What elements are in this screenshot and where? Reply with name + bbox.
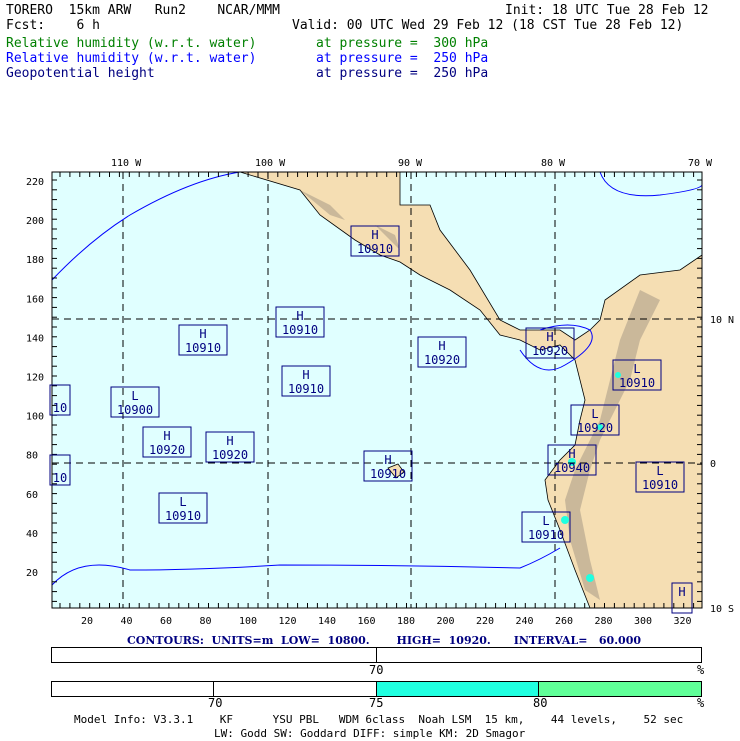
legend1-label-70: 70 xyxy=(369,663,384,677)
field-1-level: at pressure = 300 hPa xyxy=(316,36,489,51)
field-2-name: Relative humidity (w.r.t. water) xyxy=(6,51,257,66)
center-type: H xyxy=(226,434,233,448)
y-tick-label: 220 xyxy=(26,177,44,188)
center-value: 10 xyxy=(53,471,67,485)
x-tick-label: 280 xyxy=(595,616,613,627)
y-tick-label: 100 xyxy=(26,412,44,423)
field-2-level: at pressure = 250 hPa xyxy=(316,51,489,66)
legend2-label-75: 75 xyxy=(369,696,384,710)
x-tick-label: 60 xyxy=(160,616,172,627)
x-tick-label: 20 xyxy=(81,616,93,627)
y-tick-label: 20 xyxy=(26,568,38,579)
x-tick-label: 220 xyxy=(476,616,494,627)
center-type: H xyxy=(163,429,170,443)
x-tick-label: 120 xyxy=(279,616,297,627)
lon-label: 90 W xyxy=(398,158,423,169)
legend-segment xyxy=(52,682,215,696)
weather-map: 110 W 100 W 90 W 80 W 70 W 10 N 0 10 S 220 200 180… xyxy=(26,158,734,627)
x-tick-label: 140 xyxy=(318,616,336,627)
center-type: L xyxy=(656,464,663,478)
center-value: 10910 xyxy=(165,509,201,523)
center-value: 10920 xyxy=(149,443,185,457)
legend2-label-percent: % xyxy=(697,696,705,710)
x-tick-label: 260 xyxy=(555,616,573,627)
forecast-hour: Fcst: 6 h xyxy=(6,18,100,33)
y-tick-label: 80 xyxy=(26,451,38,462)
y-tick-label: 160 xyxy=(26,294,44,305)
x-tick-label: 160 xyxy=(358,616,376,627)
center-value: 10910 xyxy=(619,376,655,390)
x-tick-label: 300 xyxy=(634,616,652,627)
y-tick-label: 40 xyxy=(26,529,38,540)
center-value: 10910 xyxy=(185,341,221,355)
init-time: Init: 18 UTC Tue 28 Feb 12 xyxy=(505,3,709,18)
legend-segment-80-plus xyxy=(538,682,701,696)
field-3-level: at pressure = 250 hPa xyxy=(316,66,489,81)
center-value: 10920 xyxy=(532,344,568,358)
center-type: L xyxy=(633,362,640,376)
center-type: H xyxy=(199,327,206,341)
center-value: 10910 xyxy=(528,528,564,542)
center-value: 10910 xyxy=(282,323,318,337)
center-type: H xyxy=(546,330,553,344)
center-type: H xyxy=(371,228,378,242)
contour-info: CONTOURS: UNITS=m LOW= 10800. HIGH= 1092… xyxy=(127,634,641,647)
center-value: 10920 xyxy=(577,421,613,435)
center-value: 10910 xyxy=(357,242,393,256)
legend-segment xyxy=(214,682,377,696)
lon-label: 100 W xyxy=(255,158,286,169)
lat-label: 0 xyxy=(710,459,716,470)
center-type: L xyxy=(591,407,598,421)
x-tick-label: 320 xyxy=(674,616,692,627)
y-tick-label: 120 xyxy=(26,373,44,384)
y-tick-label: 200 xyxy=(26,216,44,227)
x-tick-label: 40 xyxy=(121,616,133,627)
lon-label: 70 W xyxy=(688,158,713,169)
center-value: 10920 xyxy=(212,448,248,462)
lat-label: 10 S xyxy=(710,604,734,615)
center-type: H xyxy=(384,453,391,467)
center-value: 10910 xyxy=(288,382,324,396)
legend-segment-75-80 xyxy=(376,682,539,696)
lon-label: 80 W xyxy=(541,158,566,169)
center-type: H xyxy=(678,585,685,599)
legend2-label-80: 80 xyxy=(533,696,548,710)
center-type: H xyxy=(438,339,445,353)
center-type: H xyxy=(568,447,575,461)
center-type: H xyxy=(302,368,309,382)
center-type: L xyxy=(179,495,186,509)
y-tick-label: 140 xyxy=(26,333,44,344)
x-tick-label: 180 xyxy=(397,616,415,627)
model-title: TORERO 15km ARW Run2 NCAR/MMM xyxy=(6,3,280,18)
center-value: 10910 xyxy=(370,467,406,481)
x-tick-label: 200 xyxy=(437,616,455,627)
y-tick-label: 180 xyxy=(26,255,44,266)
x-tick-label: 80 xyxy=(200,616,212,627)
lat-label: 10 N xyxy=(710,315,734,326)
y-tick-label: 60 xyxy=(26,490,38,501)
lon-label: 110 W xyxy=(111,158,142,169)
legend1-label-percent: % xyxy=(697,663,705,677)
center-value: 10920 xyxy=(424,353,460,367)
center-type: L xyxy=(542,514,549,528)
center-value: 10 xyxy=(53,401,67,415)
model-physics: LW: Godd SW: Goddard DIFF: simple KM: 2D… xyxy=(214,727,526,740)
center-type: H xyxy=(296,309,303,323)
center-type: L xyxy=(131,389,138,403)
x-tick-label: 240 xyxy=(516,616,534,627)
center-value: 10940 xyxy=(554,461,590,475)
field-1-name: Relative humidity (w.r.t. water) xyxy=(6,36,257,51)
legend2-label-70: 70 xyxy=(208,696,223,710)
valid-time: Valid: 00 UTC Wed 29 Feb 12 (18 CST Tue … xyxy=(292,18,684,33)
legend-segment xyxy=(52,648,377,662)
rh250-legend-bar xyxy=(51,681,702,697)
center-value: 10910 xyxy=(642,478,678,492)
rh300-legend-bar xyxy=(51,647,702,663)
model-info: Model Info: V3.3.1 KF YSU PBL WDM 6class… xyxy=(74,713,684,726)
field-3-name: Geopotential height xyxy=(6,66,155,81)
center-value: 10900 xyxy=(117,403,153,417)
x-tick-label: 100 xyxy=(239,616,257,627)
